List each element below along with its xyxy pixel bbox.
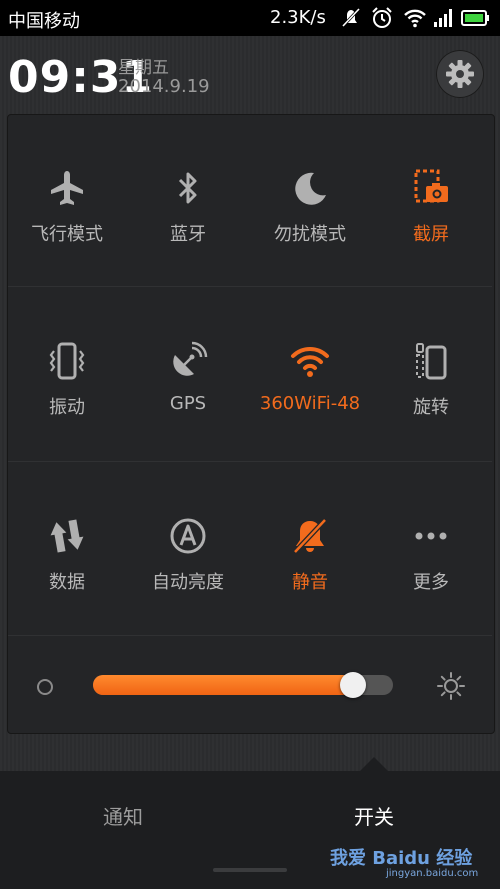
- moon-icon: [295, 172, 326, 205]
- gear-icon: [446, 60, 474, 88]
- more-icon: [415, 532, 447, 540]
- toggle-label: 更多: [413, 572, 449, 593]
- network-speed: 2.3K/s: [270, 7, 326, 28]
- mute-icon: [341, 7, 361, 28]
- alarm-icon: [372, 7, 392, 28]
- mute-icon: [293, 518, 327, 554]
- wifi-icon: [291, 346, 329, 377]
- tab-indicator: [360, 757, 388, 771]
- brightness-high-icon: [437, 672, 465, 700]
- brightness-slider-thumb[interactable]: [340, 672, 366, 698]
- toggle-more[interactable]: 更多: [370, 516, 492, 666]
- toggle-screenshot[interactable]: 截屏: [370, 168, 492, 318]
- tab-notifications[interactable]: 通知: [103, 801, 143, 830]
- signal-icon: [434, 9, 452, 27]
- wifi-icon: [404, 9, 426, 28]
- status-bar: 中国移动 2.3K/s: [0, 0, 500, 36]
- rotate-icon: [416, 343, 447, 380]
- toggle-gps[interactable]: GPS: [127, 341, 249, 491]
- gps-icon: [173, 341, 208, 376]
- bluetooth-icon: [178, 172, 197, 204]
- settings-button[interactable]: [436, 50, 484, 98]
- date-label: 2014.9.19: [118, 76, 210, 97]
- screenshot-icon: [414, 169, 448, 203]
- brightness-fill: [93, 675, 353, 695]
- data-icon: [50, 519, 84, 553]
- carrier-name: 中国移动: [8, 11, 80, 32]
- tab-toggles[interactable]: 开关: [354, 801, 394, 830]
- brightness-low-icon: [37, 679, 53, 695]
- vibrate-icon: [49, 342, 85, 380]
- toggle-rotate[interactable]: 旋转: [370, 341, 492, 491]
- baidu-watermark: 我爱 Baidu 经验 jingyan.baidu.com: [330, 838, 500, 889]
- airplane-icon: [51, 171, 83, 205]
- brightness-slider[interactable]: [93, 672, 393, 698]
- toggle-label: 旋转: [413, 397, 449, 418]
- watermark-url: jingyan.baidu.com: [386, 868, 479, 879]
- toggle-label: 截屏: [413, 224, 449, 245]
- watermark-brand: 我爱 Baidu 经验: [330, 848, 473, 869]
- battery-icon: [461, 10, 489, 26]
- auto-brightness-icon: [170, 518, 206, 554]
- drag-handle[interactable]: [213, 868, 287, 872]
- weekday-label: 星期五: [118, 58, 169, 78]
- toggle-vibrate[interactable]: 振动: [6, 341, 128, 491]
